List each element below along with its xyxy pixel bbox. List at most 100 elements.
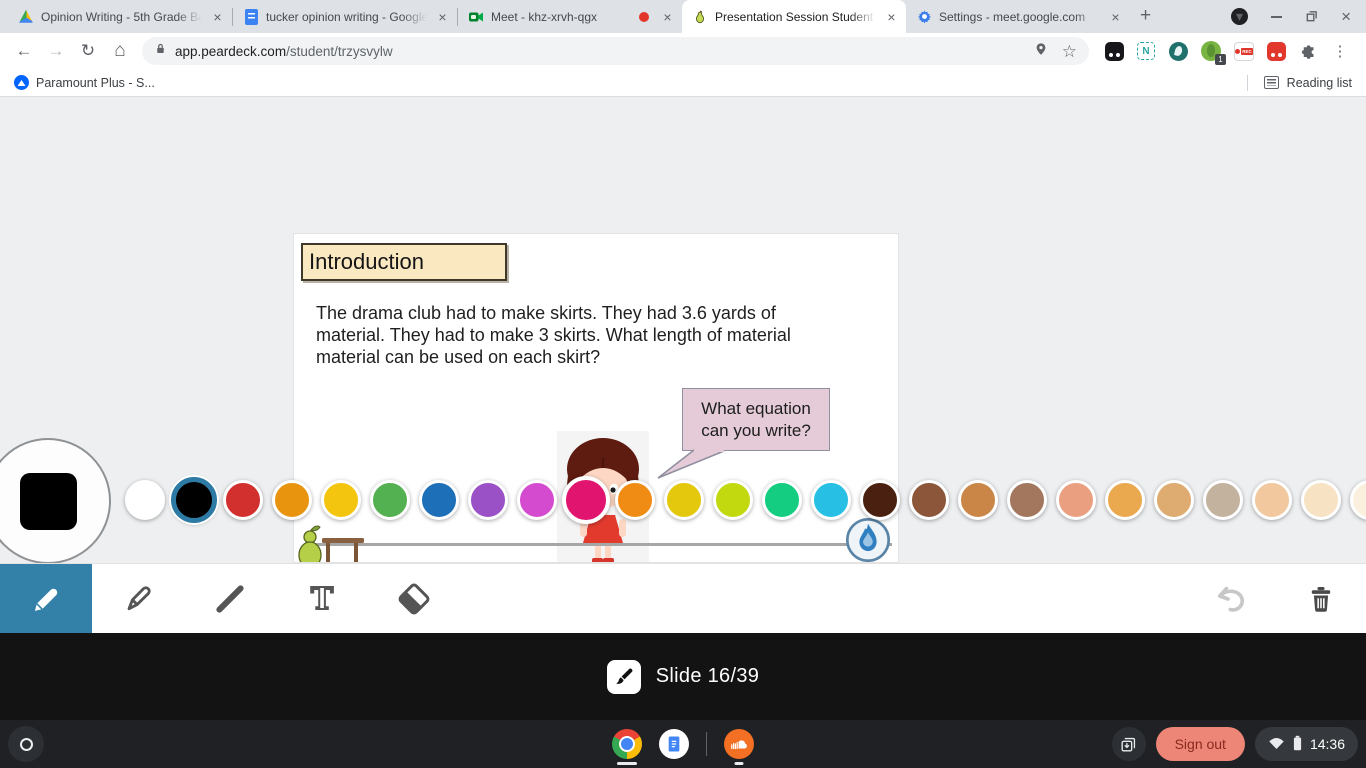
pencil-tool-button[interactable] <box>0 564 92 633</box>
color-swatch-pink[interactable] <box>562 476 610 524</box>
google-docs-icon <box>243 8 259 25</box>
color-swatch-red[interactable] <box>223 480 263 520</box>
undo-button[interactable] <box>1186 564 1276 633</box>
color-swatch-orange[interactable] <box>272 480 312 520</box>
color-swatch-brown[interactable] <box>909 480 949 520</box>
window-controls: ▾ × <box>1216 0 1366 33</box>
tab-close-icon[interactable]: × <box>883 8 900 25</box>
url-text: app.peardeck.com/student/trzysvylw <box>175 43 393 59</box>
status-tray[interactable]: 14:36 <box>1254 727 1358 761</box>
tab-tucker-doc[interactable]: tucker opinion writing - Google × <box>233 0 457 33</box>
shelf-separator <box>706 732 707 756</box>
forward-button[interactable]: → <box>42 37 70 65</box>
color-swatch-bright-orange[interactable] <box>615 480 655 520</box>
reading-list-icon <box>1263 76 1279 89</box>
slide-title-box: Introduction <box>301 243 507 281</box>
running-indicator <box>617 762 637 765</box>
extension-teal-icon[interactable] <box>1168 41 1188 61</box>
speech-bubble-tail <box>657 449 725 479</box>
launcher-button[interactable] <box>8 726 44 762</box>
color-swatch-tan[interactable] <box>1154 480 1194 520</box>
slide-ground-line <box>308 543 892 546</box>
running-indicator <box>734 762 744 765</box>
marker-tool-button[interactable] <box>92 564 184 633</box>
current-color-swatch <box>20 473 77 530</box>
paramount-plus-icon <box>14 75 29 90</box>
color-swatch-peach[interactable] <box>1252 480 1292 520</box>
extensions-puzzle-icon[interactable] <box>1299 41 1319 61</box>
extension-clipper-icon[interactable]: N <box>1137 42 1155 60</box>
bookmark-paramount[interactable]: Paramount Plus - S... <box>14 75 155 90</box>
address-bar[interactable]: app.peardeck.com/student/trzysvylw ☆ <box>142 37 1089 65</box>
close-window-button[interactable]: × <box>1341 7 1351 27</box>
tab-close-icon[interactable]: × <box>209 8 226 25</box>
sign-out-button[interactable]: Sign out <box>1155 727 1245 761</box>
minimize-button[interactable] <box>1271 15 1283 18</box>
wifi-icon <box>1268 736 1285 753</box>
reading-list-button[interactable]: Reading list <box>1287 76 1352 90</box>
restore-button[interactable] <box>1305 10 1318 23</box>
color-swatch-golden-tan[interactable] <box>1105 480 1145 520</box>
tab-meet[interactable]: Meet - khz-xrvh-qgx × <box>458 0 682 33</box>
text-tool-button[interactable]: T <box>276 564 368 633</box>
reload-button[interactable]: ↻ <box>74 37 102 65</box>
extension-red-icon[interactable] <box>1267 41 1286 61</box>
extension-recorder-icon[interactable]: REC <box>1234 41 1254 61</box>
color-swatch-dark-brown[interactable] <box>860 480 900 520</box>
slide-counter: Slide 16/39 <box>655 665 760 687</box>
extension-dark-icon[interactable] <box>1105 41 1124 61</box>
color-swatch-spring-green[interactable] <box>762 480 802 520</box>
settings-gear-icon <box>916 9 932 25</box>
back-button[interactable]: ← <box>10 37 38 65</box>
tab-close-icon[interactable]: × <box>1107 8 1124 25</box>
color-swatch-salmon[interactable] <box>1056 480 1096 520</box>
tab-close-icon[interactable]: × <box>434 8 451 25</box>
color-swatch-green[interactable] <box>370 480 410 520</box>
flame-logo <box>845 517 891 562</box>
browser-menu-icon[interactable]: ⋮ <box>1332 42 1348 60</box>
pear-mascot <box>298 525 364 562</box>
color-swatch-cyan[interactable] <box>811 480 851 520</box>
tab-search-button[interactable]: ▾ <box>1231 8 1249 25</box>
color-swatch-black[interactable] <box>171 477 217 523</box>
bookmark-star-icon[interactable]: ☆ <box>1062 43 1077 60</box>
color-swatch-white[interactable] <box>125 480 165 520</box>
tab-close-icon[interactable]: × <box>659 8 676 25</box>
home-button[interactable]: ⌂ <box>106 37 134 65</box>
color-swatch-cream[interactable] <box>1301 480 1341 520</box>
color-swatch-blue[interactable] <box>419 480 459 520</box>
page-content: Introduction The drama club had to make … <box>0 97 1366 633</box>
color-swatch-gold[interactable] <box>664 480 704 520</box>
tab-title: Opinion Writing - 5th Grade Ba <box>41 9 202 24</box>
line-tool-button[interactable] <box>184 564 276 633</box>
tab-title: Presentation Session Student <box>715 9 874 24</box>
extension-peardeck-icon[interactable]: 1 <box>1201 41 1226 65</box>
new-tab-button[interactable]: + <box>1140 5 1151 27</box>
color-swatch-purple[interactable] <box>468 480 508 520</box>
slide-body-text: The drama club had to make skirts. They … <box>316 303 791 367</box>
chromeos-shelf: Sign out 14:36 <box>0 720 1366 768</box>
chrome-app-icon[interactable] <box>612 720 642 768</box>
color-swatch-magenta[interactable] <box>517 480 557 520</box>
docs-app-icon[interactable] <box>659 720 689 768</box>
soundcloud-app-icon[interactable] <box>724 720 754 768</box>
color-swatch-light-brown[interactable] <box>958 480 998 520</box>
color-swatch-yellow[interactable] <box>321 480 361 520</box>
bookmarks-bar: Paramount Plus - S... Reading list <box>0 69 1366 97</box>
clear-trash-button[interactable] <box>1276 564 1366 633</box>
tab-strip: Opinion Writing - 5th Grade Ba × tucker … <box>0 0 1366 33</box>
color-swatch-yellow-green[interactable] <box>713 480 753 520</box>
color-swatch-gray-tan[interactable] <box>1203 480 1243 520</box>
slide-title: Introduction <box>309 249 424 274</box>
tab-meet-settings[interactable]: Settings - meet.google.com × <box>906 0 1130 33</box>
eraser-tool-button[interactable] <box>368 564 460 633</box>
slide-counter-bar: Slide 16/39 <box>0 633 1366 720</box>
lock-icon <box>154 41 167 61</box>
color-swatch-taupe[interactable] <box>1007 480 1047 520</box>
tab-opinion-writing[interactable]: Opinion Writing - 5th Grade Ba × <box>8 0 232 33</box>
screen-capture-button[interactable] <box>1111 727 1146 761</box>
tab-presentation-session[interactable]: Presentation Session Student × <box>682 0 906 33</box>
location-pin-icon[interactable] <box>1034 41 1048 62</box>
extensions-bar: N 1 REC ⋮ <box>1101 41 1356 65</box>
color-swatch-ivory[interactable] <box>1350 480 1366 520</box>
